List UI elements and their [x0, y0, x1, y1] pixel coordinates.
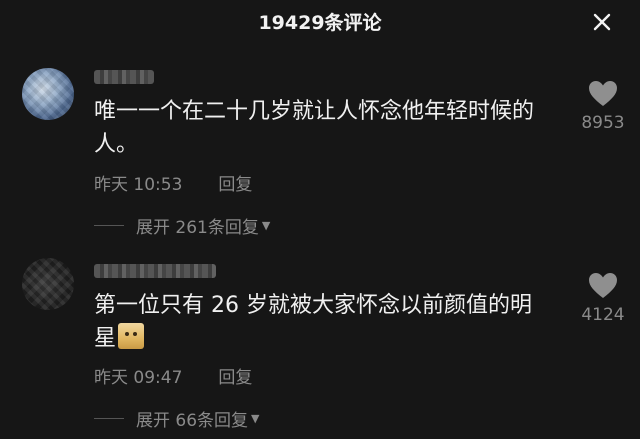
close-icon	[593, 13, 611, 31]
comment-meta: 昨天 10:53 回复	[94, 170, 252, 195]
like-button[interactable]: 8953	[568, 80, 638, 133]
like-count: 8953	[581, 113, 625, 133]
comment-text: 第一位只有 26 岁就被大家怀念以前颜值的明星	[94, 289, 564, 355]
avatar[interactable]	[22, 68, 74, 120]
avatar-mosaic	[22, 68, 74, 120]
heart-icon	[589, 81, 617, 106]
divider-line	[94, 224, 124, 226]
divider-line	[94, 417, 124, 419]
comment-meta: 昨天 09:47 回复	[94, 363, 252, 388]
expand-replies[interactable]: 展开 261条回复 ▼	[94, 213, 271, 238]
comment-text-line: 星	[94, 326, 117, 351]
comment-time: 昨天 10:53	[94, 175, 183, 195]
username-blurred[interactable]	[94, 70, 154, 84]
chevron-down-icon: ▼	[251, 411, 260, 425]
emoji-sticker-icon	[118, 323, 145, 349]
comment-text: 唯一一个在二十几岁就让人怀念他年轻时候的 人。	[94, 95, 564, 161]
comments-header: 19429条评论	[0, 0, 640, 44]
heart-icon	[589, 273, 617, 298]
comment-time: 昨天 09:47	[94, 368, 183, 388]
like-count: 4124	[581, 305, 625, 325]
comment-text-line: 唯一一个在二十几岁就让人怀念他年轻时候的	[94, 99, 535, 124]
expand-replies-label[interactable]: 展开 66条回复	[136, 406, 248, 431]
comments-panel: 19429条评论 唯一一个在二十几岁就让人怀念他年轻时候的 人。 昨天 10:53…	[0, 0, 640, 439]
reply-button[interactable]: 回复	[218, 368, 252, 388]
username-blurred[interactable]	[94, 264, 216, 278]
avatar[interactable]	[22, 258, 74, 310]
like-button[interactable]: 4124	[568, 272, 638, 325]
expand-replies-label[interactable]: 展开 261条回复	[136, 213, 259, 238]
expand-replies[interactable]: 展开 66条回复 ▼	[94, 406, 260, 431]
avatar-mosaic	[22, 258, 74, 310]
reply-button[interactable]: 回复	[218, 175, 252, 195]
comment-count-title: 19429条评论	[258, 12, 382, 34]
chevron-down-icon: ▼	[261, 218, 271, 232]
comment-text-line: 人。	[94, 132, 139, 157]
comment-text-line: 第一位只有 26 岁就被大家怀念以前颜值的明	[94, 293, 532, 318]
close-button[interactable]	[588, 8, 616, 36]
